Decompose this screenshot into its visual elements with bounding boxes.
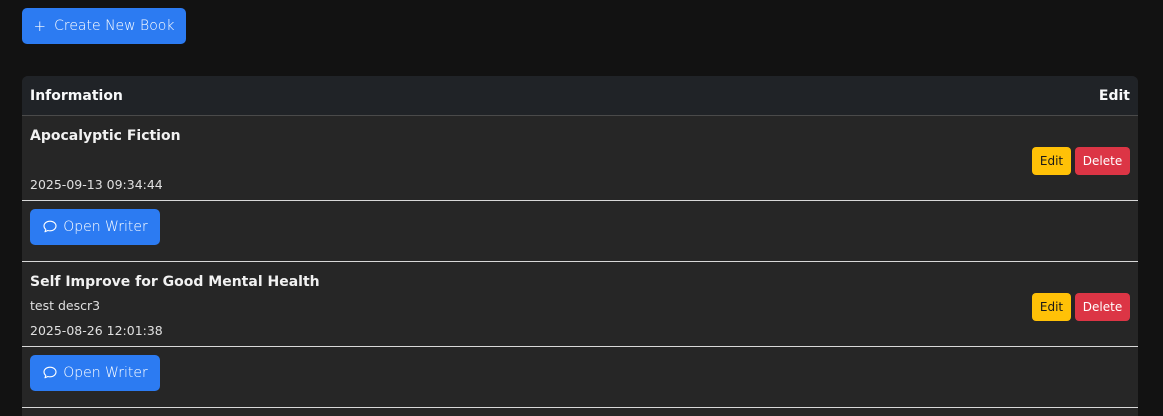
edit-button[interactable]: Edit — [1032, 147, 1071, 175]
header-edit: Edit — [1098, 87, 1130, 104]
book-date: 2025-09-13 09:34:44 — [30, 177, 163, 192]
delete-button[interactable]: Delete — [1075, 147, 1130, 175]
chat-bubble-icon — [43, 366, 57, 379]
table-header: Information Edit — [22, 76, 1138, 116]
table-row: Open Writer — [22, 347, 1138, 408]
table-row: Self Improve for Good Mental Health test… — [22, 262, 1138, 347]
header-information: Information — [30, 87, 123, 104]
open-writer-label: Open Writer — [63, 365, 148, 381]
open-writer-button[interactable]: Open Writer — [30, 209, 160, 245]
book-date: 2025-08-26 12:01:38 — [30, 323, 163, 338]
table-row: Apocalyptic Fiction 2025-09-13 09:34:44 … — [22, 116, 1138, 201]
books-table: Information Edit Apocalyptic Fiction 202… — [22, 76, 1138, 416]
create-new-book-label: Create New Book — [54, 18, 175, 34]
plus-icon: + — [33, 17, 47, 35]
open-writer-button[interactable]: Open Writer — [30, 355, 160, 391]
book-title: Self Improve for Good Mental Health — [30, 274, 320, 290]
edit-button[interactable]: Edit — [1032, 293, 1071, 321]
book-description: test descr3 — [30, 298, 101, 313]
delete-button[interactable]: Delete — [1075, 293, 1130, 321]
chat-bubble-icon — [43, 220, 57, 233]
row-actions: Edit Delete — [1032, 147, 1130, 175]
open-writer-label: Open Writer — [63, 219, 148, 235]
table-row: Open Writer — [22, 201, 1138, 262]
create-new-book-button[interactable]: + Create New Book — [22, 8, 186, 44]
row-actions: Edit Delete — [1032, 293, 1130, 321]
book-title: Apocalyptic Fiction — [30, 128, 181, 144]
